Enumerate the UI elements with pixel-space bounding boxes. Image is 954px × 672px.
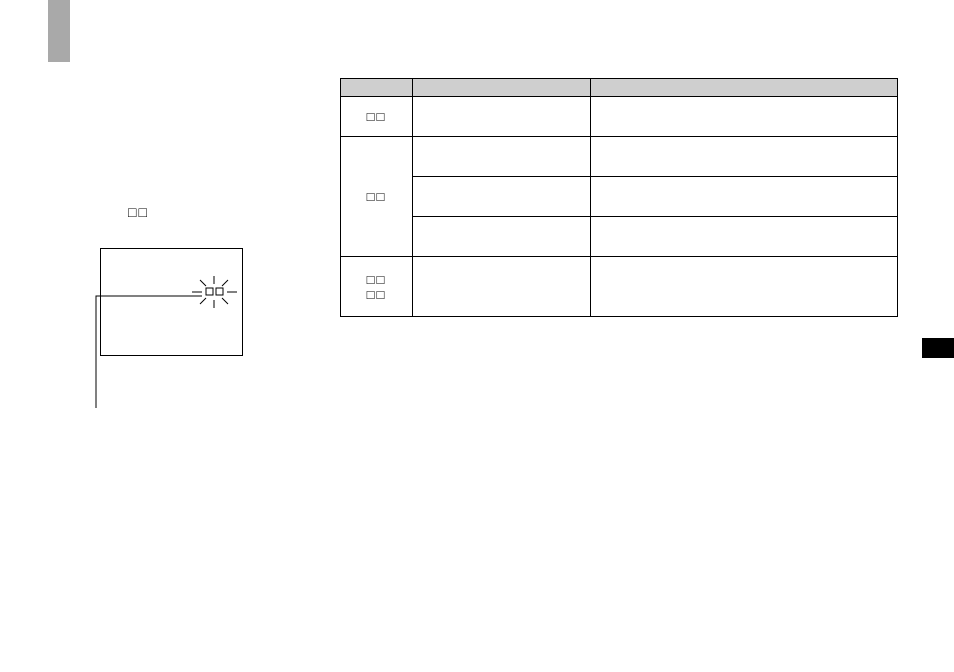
table-header-row [341,79,898,97]
row-col2 [413,217,591,257]
table-header-1 [341,79,413,97]
diagram-label: □□ [128,204,149,220]
row-col2 [413,97,591,137]
table-header-3 [591,79,898,97]
table-row [341,177,898,217]
diagram-frame [100,248,243,356]
row-col3 [591,217,898,257]
top-tab-marker [48,0,70,62]
row-col3 [591,177,898,217]
row-symbol: □□ [341,97,413,137]
table-row: □□ [341,97,898,137]
row-col2 [413,257,591,317]
row-col3 [591,137,898,177]
table-row [341,217,898,257]
row-col2 [413,137,591,177]
row-symbol: □□ □□ [341,257,413,317]
table-header-2 [413,79,591,97]
table-row: □□ [341,137,898,177]
table-row: □□ □□ [341,257,898,317]
row-symbol: □□ [341,137,413,257]
row-col3 [591,257,898,317]
row-col2 [413,177,591,217]
side-tab-marker [922,338,954,358]
row-col3 [591,97,898,137]
spec-table: □□ □□ □□ □□ [340,78,898,317]
